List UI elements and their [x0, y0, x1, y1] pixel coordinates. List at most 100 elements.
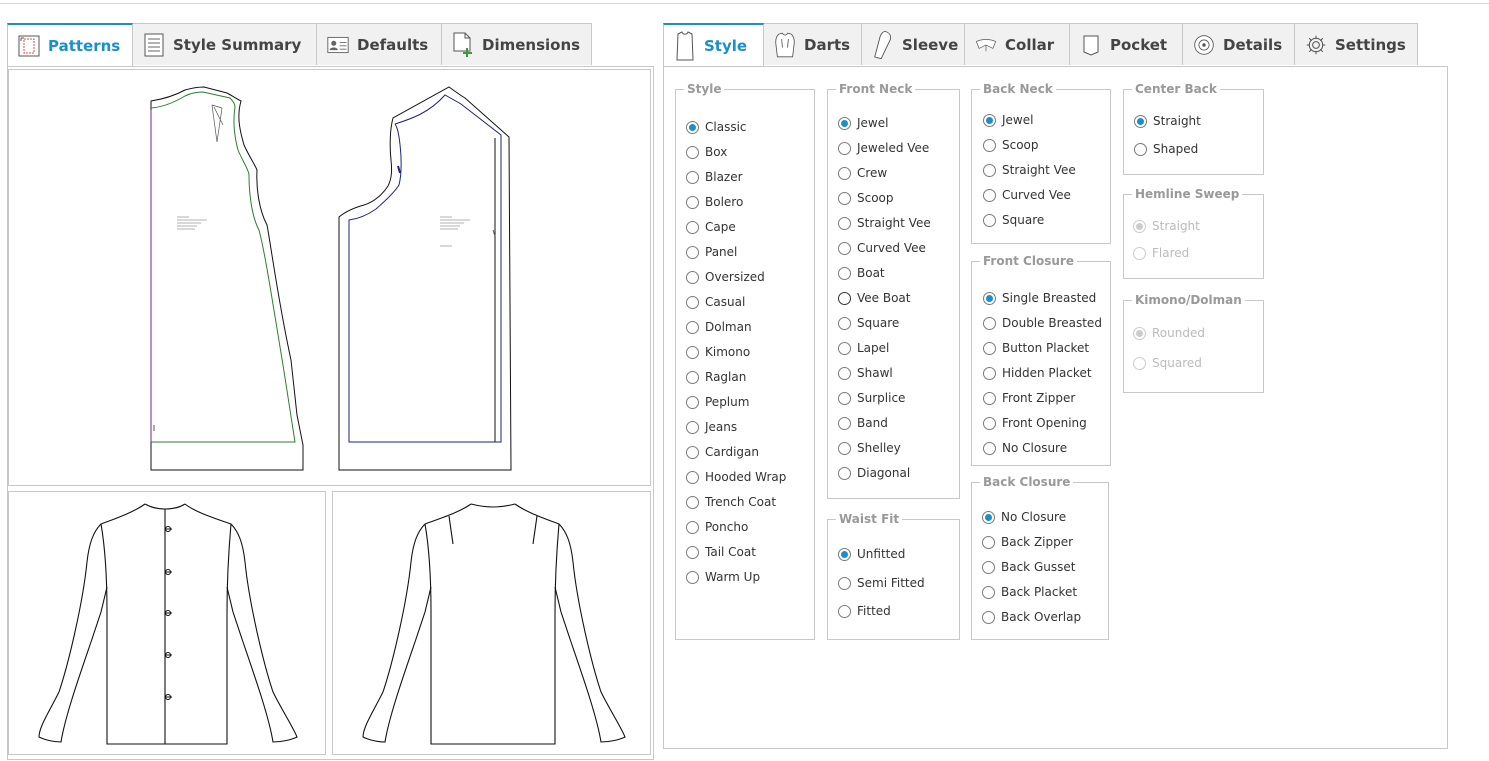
radio-front-neck-band[interactable]: Band — [838, 416, 888, 430]
tab-sleeve[interactable]: Sleeve — [861, 23, 965, 65]
radio-front-neck-boat[interactable]: Boat — [838, 266, 885, 280]
front-pattern-piece — [150, 86, 304, 471]
radio-circle — [1133, 219, 1146, 233]
radio-circle — [838, 116, 851, 130]
group-legend: Style — [687, 82, 722, 96]
shirt-icon — [674, 30, 696, 60]
tab-defaults[interactable]: Defaults — [316, 23, 442, 65]
radio-front-neck-curved-vee[interactable]: Curved Vee — [838, 241, 926, 255]
group-legend: Front Closure — [983, 254, 1074, 268]
tab-pocket[interactable]: Pocket — [1069, 23, 1183, 65]
tab-label: Defaults — [357, 35, 429, 54]
radio-front-neck-vee-boat[interactable]: Vee Boat — [838, 291, 911, 305]
radio-label: Tail Coat — [705, 545, 756, 559]
radio-style-box[interactable]: Box — [686, 145, 727, 159]
radio-back-closure-back-placket[interactable]: Back Placket — [982, 585, 1077, 599]
group-legend: Hemline Sweep — [1135, 187, 1240, 201]
radio-style-classic[interactable]: Classic — [686, 120, 747, 134]
tab-patterns[interactable]: Patterns — [7, 23, 133, 66]
front-sketch-view — [8, 491, 326, 755]
radio-style-oversized[interactable]: Oversized — [686, 270, 765, 284]
radio-back-neck-square[interactable]: Square — [983, 213, 1044, 227]
radio-front-neck-crew[interactable]: Crew — [838, 166, 887, 180]
radio-waist-fit-semi-fitted[interactable]: Semi Fitted — [838, 576, 925, 590]
radio-back-closure-no-closure[interactable]: No Closure — [982, 510, 1066, 524]
radio-back-neck-jewel[interactable]: Jewel — [983, 113, 1033, 127]
radio-circle — [982, 510, 995, 524]
radio-style-raglan[interactable]: Raglan — [686, 370, 746, 384]
radio-label: Lapel — [857, 341, 890, 355]
radio-back-closure-back-zipper[interactable]: Back Zipper — [982, 535, 1073, 549]
radio-front-neck-shawl[interactable]: Shawl — [838, 366, 893, 380]
radio-front-neck-jewel[interactable]: Jewel — [838, 116, 888, 130]
radio-circle — [838, 466, 851, 480]
radio-circle — [686, 370, 699, 384]
radio-style-kimono[interactable]: Kimono — [686, 345, 750, 359]
radio-back-neck-curved-vee[interactable]: Curved Vee — [983, 188, 1071, 202]
radio-center-back-straight[interactable]: Straight — [1134, 114, 1201, 128]
radio-front-neck-diagonal[interactable]: Diagonal — [838, 466, 910, 480]
radio-waist-fit-fitted[interactable]: Fitted — [838, 604, 891, 618]
radio-style-blazer[interactable]: Blazer — [686, 170, 743, 184]
radio-style-tail-coat[interactable]: Tail Coat — [686, 545, 756, 559]
radio-circle — [686, 270, 699, 284]
radio-style-jeans[interactable]: Jeans — [686, 420, 737, 434]
radio-style-warm-up[interactable]: Warm Up — [686, 570, 760, 584]
radio-style-cape[interactable]: Cape — [686, 220, 736, 234]
radio-label: Front Zipper — [1002, 391, 1076, 405]
tab-label: Darts — [804, 35, 851, 54]
radio-front-neck-straight-vee[interactable]: Straight Vee — [838, 216, 931, 230]
radio-back-closure-back-gusset[interactable]: Back Gusset — [982, 560, 1075, 574]
back-sketch-view — [332, 491, 651, 755]
radio-front-closure-front-opening[interactable]: Front Opening — [983, 416, 1087, 430]
radio-label: Straight Vee — [857, 216, 931, 230]
radio-center-back-shaped[interactable]: Shaped — [1134, 142, 1198, 156]
tab-collar[interactable]: Collar — [964, 23, 1070, 65]
radio-style-hooded-wrap[interactable]: Hooded Wrap — [686, 470, 786, 484]
radio-waist-fit-unfitted[interactable]: Unfitted — [838, 547, 905, 561]
radio-style-trench-coat[interactable]: Trench Coat — [686, 495, 776, 509]
tab-dimensions[interactable]: Dimensions — [441, 23, 592, 65]
radio-style-cardigan[interactable]: Cardigan — [686, 445, 759, 459]
tab-style[interactable]: Style — [663, 23, 764, 66]
radio-circle — [838, 191, 851, 205]
radio-circle — [686, 520, 699, 534]
radio-style-panel[interactable]: Panel — [686, 245, 737, 259]
radio-circle — [983, 391, 996, 405]
tab-settings[interactable]: Settings — [1294, 23, 1418, 65]
patterns-panel — [7, 66, 654, 760]
patterns-icon — [18, 34, 40, 58]
tab-darts[interactable]: Darts — [763, 23, 862, 65]
radio-front-neck-shelley[interactable]: Shelley — [838, 441, 901, 455]
radio-front-neck-square[interactable]: Square — [838, 316, 899, 330]
radio-circle — [983, 163, 996, 177]
radio-style-peplum[interactable]: Peplum — [686, 395, 749, 409]
radio-front-closure-hidden-placket[interactable]: Hidden Placket — [983, 366, 1092, 380]
radio-style-poncho[interactable]: Poncho — [686, 520, 748, 534]
radio-front-closure-double-breasted[interactable]: Double Breasted — [983, 316, 1102, 330]
radio-front-neck-surplice[interactable]: Surplice — [838, 391, 905, 405]
radio-style-bolero[interactable]: Bolero — [686, 195, 743, 209]
radio-style-casual[interactable]: Casual — [686, 295, 745, 309]
details-icon — [1193, 33, 1215, 57]
radio-label: No Closure — [1001, 510, 1067, 524]
radio-back-neck-scoop[interactable]: Scoop — [983, 138, 1039, 152]
radio-front-neck-scoop[interactable]: Scoop — [838, 191, 894, 205]
radio-circle — [1133, 356, 1146, 370]
radio-back-closure-back-overlap[interactable]: Back Overlap — [982, 610, 1081, 624]
radio-circle — [983, 341, 996, 355]
radio-front-neck-jeweled-vee[interactable]: Jeweled Vee — [838, 141, 929, 155]
radio-back-neck-straight-vee[interactable]: Straight Vee — [983, 163, 1076, 177]
tab-details[interactable]: Details — [1182, 23, 1295, 65]
tab-style-summary[interactable]: Style Summary — [132, 23, 317, 65]
radio-circle — [686, 470, 699, 484]
radio-label: Back Zipper — [1001, 535, 1074, 549]
radio-style-dolman[interactable]: Dolman — [686, 320, 752, 334]
radio-front-neck-lapel[interactable]: Lapel — [838, 341, 889, 355]
radio-circle — [983, 441, 996, 455]
radio-front-closure-front-zipper[interactable]: Front Zipper — [983, 391, 1075, 405]
radio-front-closure-single-breasted[interactable]: Single Breasted — [983, 291, 1096, 305]
radio-front-closure-button-placket[interactable]: Button Placket — [983, 341, 1089, 355]
tab-label: Patterns — [48, 36, 121, 55]
radio-front-closure-no-closure[interactable]: No Closure — [983, 441, 1067, 455]
